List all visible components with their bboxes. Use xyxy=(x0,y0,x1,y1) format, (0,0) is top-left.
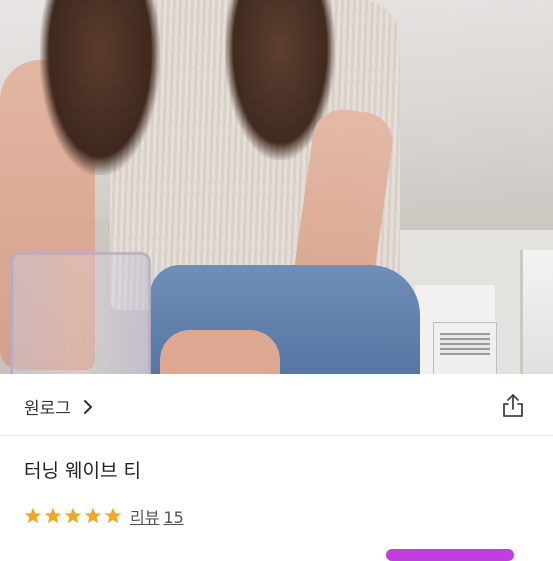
share-button[interactable] xyxy=(500,393,526,419)
star-icon xyxy=(104,507,122,525)
rating-row: 리뷰 15 xyxy=(24,504,184,528)
chevron-right-icon xyxy=(79,398,97,416)
share-icon xyxy=(500,394,526,423)
store-bar: 원로그 xyxy=(0,374,553,436)
review-label: 리뷰 xyxy=(130,508,160,527)
product-photo xyxy=(0,0,553,374)
store-name: 원로그 xyxy=(24,399,71,419)
star-icon xyxy=(24,507,42,525)
review-link[interactable]: 리뷰 15 xyxy=(130,504,184,528)
glass-cup xyxy=(10,252,151,374)
star-icon xyxy=(64,507,82,525)
star-icon xyxy=(84,507,102,525)
star-icon xyxy=(44,507,62,525)
star-rating xyxy=(24,507,122,525)
product-title: 터닝 웨이브 티 xyxy=(24,460,141,482)
review-count: 15 xyxy=(163,508,184,527)
air-conditioner xyxy=(433,322,497,374)
bottom-action-pill[interactable] xyxy=(386,549,514,561)
store-link[interactable]: 원로그 xyxy=(24,394,97,419)
